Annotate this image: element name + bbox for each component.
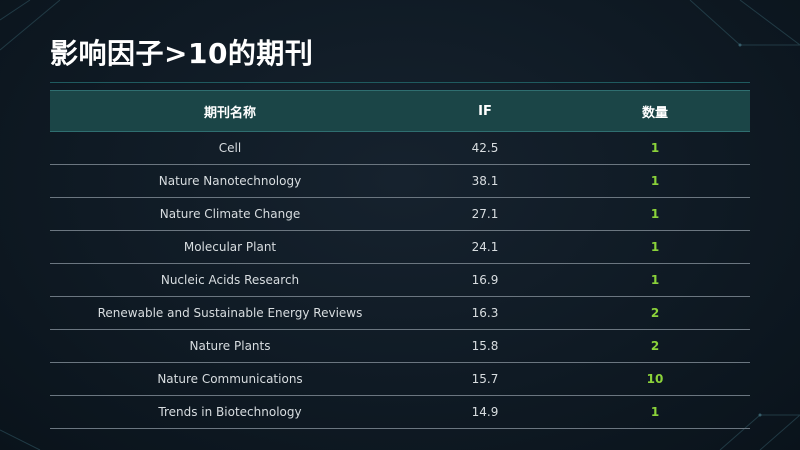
journal-table-container: 期刊名称 IF 数量 Cell 42.5 1 Nature Nanotechno… [50,90,750,429]
count-cell: 1 [560,395,750,429]
journal-name-cell: Nature Plants [50,329,410,363]
impact-factor-cell: 14.9 [410,395,560,429]
impact-factor-cell: 27.1 [410,197,560,231]
journal-name-cell: Trends in Biotechnology [50,395,410,429]
impact-factor-cell: 15.7 [410,362,560,396]
table-row: Cell 42.5 1 [50,131,750,165]
count-cell: 1 [560,230,750,264]
table-row: Nature Communications 15.7 10 [50,362,750,396]
header-impact-factor: IF [410,90,560,132]
journal-name-cell: Cell [50,131,410,165]
journal-name-cell: Nature Climate Change [50,197,410,231]
table-row: Molecular Plant 24.1 1 [50,230,750,264]
journal-table: 期刊名称 IF 数量 Cell 42.5 1 Nature Nanotechno… [50,90,750,429]
header-count: 数量 [560,90,750,132]
journal-name-cell: Nucleic Acids Research [50,263,410,297]
table-row: Nature Plants 15.8 2 [50,329,750,363]
count-cell: 1 [560,131,750,165]
page-title: 影响因子>10的期刊 [50,37,314,70]
table-header-row: 期刊名称 IF 数量 [50,90,750,132]
table-row: Nature Climate Change 27.1 1 [50,197,750,231]
count-cell: 1 [560,263,750,297]
count-cell: 10 [560,362,750,396]
table-row: Renewable and Sustainable Energy Reviews… [50,296,750,330]
header-journal-name: 期刊名称 [50,90,410,132]
journal-name-cell: Nature Communications [50,362,410,396]
title-divider [50,82,750,83]
table-row: Nature Nanotechnology 38.1 1 [50,164,750,198]
impact-factor-cell: 42.5 [410,131,560,165]
impact-factor-cell: 24.1 [410,230,560,264]
table-row: Trends in Biotechnology 14.9 1 [50,395,750,429]
table-row: Nucleic Acids Research 16.9 1 [50,263,750,297]
count-cell: 1 [560,197,750,231]
count-cell: 2 [560,329,750,363]
journal-name-cell: Molecular Plant [50,230,410,264]
impact-factor-cell: 15.8 [410,329,560,363]
count-cell: 2 [560,296,750,330]
journal-name-cell: Renewable and Sustainable Energy Reviews [50,296,410,330]
impact-factor-cell: 38.1 [410,164,560,198]
impact-factor-cell: 16.9 [410,263,560,297]
journal-name-cell: Nature Nanotechnology [50,164,410,198]
count-cell: 1 [560,164,750,198]
impact-factor-cell: 16.3 [410,296,560,330]
